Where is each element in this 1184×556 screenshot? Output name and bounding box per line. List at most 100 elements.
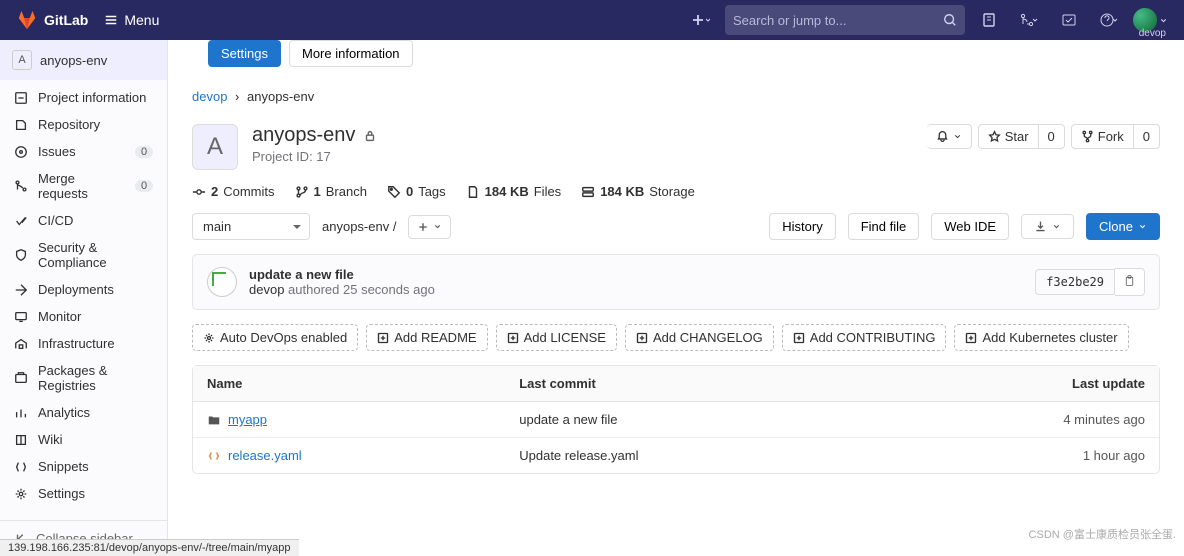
sidebar-item[interactable]: Packages & Registries: [0, 357, 167, 399]
fork-label: Fork: [1098, 129, 1124, 144]
chip-add-k8s[interactable]: Add Kubernetes cluster: [954, 324, 1128, 351]
notifications-dropdown[interactable]: [927, 124, 972, 149]
gitlab-logo[interactable]: GitLab: [16, 9, 88, 31]
copy-sha-button[interactable]: [1115, 268, 1145, 296]
stat-tags[interactable]: 0Tags: [387, 184, 446, 199]
download-button[interactable]: [1021, 214, 1074, 239]
chevron-down-icon: [1111, 12, 1119, 28]
crumb-group[interactable]: devop: [192, 89, 227, 104]
find-file-button[interactable]: Find file: [848, 213, 920, 240]
file-update: 4 minutes ago: [880, 402, 1159, 438]
file-name[interactable]: myapp: [207, 412, 491, 427]
sidebar-icon: [14, 179, 28, 193]
project-avatar: A: [192, 124, 238, 170]
mr-shortcut[interactable]: [1013, 4, 1045, 36]
sidebar-item[interactable]: Infrastructure: [0, 330, 167, 357]
chip-add-changelog[interactable]: Add CHANGELOG: [625, 324, 774, 351]
brand-text: GitLab: [44, 12, 88, 28]
plus-square-icon: [793, 332, 805, 344]
todos-shortcut[interactable]: [1053, 4, 1085, 36]
history-button[interactable]: History: [769, 213, 835, 240]
branch-select[interactable]: main: [192, 213, 310, 240]
sidebar-item[interactable]: Security & Compliance: [0, 234, 167, 276]
sidebar-label: Repository: [38, 117, 100, 132]
stat-files[interactable]: 184 KBFiles: [466, 184, 562, 199]
folder-icon: [207, 413, 221, 427]
sidebar-item[interactable]: Repository: [0, 111, 167, 138]
sidebar-item[interactable]: Deployments: [0, 276, 167, 303]
tab-more-info[interactable]: More information: [289, 40, 413, 67]
add-to-tree[interactable]: [408, 215, 451, 239]
chevron-down-icon: [953, 130, 962, 143]
sidebar-item[interactable]: Issues0: [0, 138, 167, 165]
help-dropdown[interactable]: [1093, 4, 1125, 36]
tab-settings[interactable]: Settings: [208, 40, 281, 67]
sidebar-item[interactable]: Wiki: [0, 426, 167, 453]
search-input[interactable]: [733, 13, 943, 28]
clone-button[interactable]: Clone: [1086, 213, 1160, 240]
fork-button[interactable]: Fork: [1071, 124, 1134, 149]
chip-auto-devops[interactable]: Auto DevOps enabled: [192, 324, 358, 351]
fork-count[interactable]: 0: [1134, 124, 1160, 149]
sidebar-icon: [14, 337, 28, 351]
chevron-down-icon: [433, 222, 442, 231]
stat-branches[interactable]: 1Branch: [295, 184, 367, 199]
sidebar-label: Monitor: [38, 309, 81, 324]
fork-icon: [1081, 130, 1094, 143]
web-ide-button[interactable]: Web IDE: [931, 213, 1009, 240]
sidebar-item[interactable]: Analytics: [0, 399, 167, 426]
sidebar-badge: 0: [135, 146, 153, 158]
sidebar-badge: 0: [135, 180, 153, 192]
sidebar-item[interactable]: Settings: [0, 480, 167, 507]
file-name[interactable]: release.yaml: [207, 448, 491, 463]
sidebar-label: Infrastructure: [38, 336, 115, 351]
commit-avatar: [207, 267, 237, 297]
file-commit[interactable]: update a new file: [505, 402, 880, 438]
sidebar-item[interactable]: Project information: [0, 84, 167, 111]
project-avatar-small: A: [12, 50, 32, 70]
sidebar-item[interactable]: Snippets: [0, 453, 167, 480]
commit-author[interactable]: devop: [249, 282, 284, 297]
issues-shortcut[interactable]: [973, 4, 1005, 36]
sidebar-icon: [14, 371, 28, 385]
sidebar-item[interactable]: CI/CD: [0, 207, 167, 234]
sidebar-label: Wiki: [38, 432, 63, 447]
path-root[interactable]: anyops-env: [322, 219, 389, 234]
table-row[interactable]: myapp update a new file4 minutes ago: [193, 402, 1159, 438]
tag-icon: [387, 185, 401, 199]
stat-commits[interactable]: 2Commits: [192, 184, 275, 199]
sidebar-item[interactable]: Monitor: [0, 303, 167, 330]
chip-add-readme[interactable]: Add README: [366, 324, 487, 351]
project-title: anyops-env: [252, 124, 355, 147]
sidebar-project-header[interactable]: A anyops-env: [0, 40, 167, 80]
project-name-small: anyops-env: [40, 53, 107, 68]
hamburger-menu[interactable]: Menu: [96, 12, 167, 28]
chip-add-license[interactable]: Add LICENSE: [496, 324, 617, 351]
stat-storage[interactable]: 184 KBStorage: [581, 184, 695, 199]
sidebar-item[interactable]: Merge requests0: [0, 165, 167, 207]
commit-sha[interactable]: f3e2be29: [1035, 269, 1115, 295]
file-commit[interactable]: Update release.yaml: [505, 438, 880, 473]
commit-time: 25 seconds ago: [343, 282, 435, 297]
star-button[interactable]: Star: [978, 124, 1039, 149]
new-dropdown[interactable]: [685, 4, 717, 36]
project-id: Project ID: 17: [252, 149, 377, 164]
chip-add-contributing[interactable]: Add CONTRIBUTING: [782, 324, 947, 351]
gear-icon: [203, 332, 215, 344]
suggested-actions: Auto DevOps enabled Add README Add LICEN…: [192, 324, 1160, 351]
sidebar-label: Deployments: [38, 282, 114, 297]
status-bar: 139.198.166.235:81/devop/anyops-env/-/tr…: [0, 539, 299, 556]
table-row[interactable]: release.yamlUpdate release.yaml1 hour ag…: [193, 438, 1159, 473]
star-count[interactable]: 0: [1039, 124, 1065, 149]
crumb-project[interactable]: anyops-env: [247, 89, 314, 104]
sidebar-icon: [14, 214, 28, 228]
watermark: CSDN @富士康质检员张全蛋.: [1029, 526, 1176, 542]
menu-label: Menu: [124, 12, 159, 28]
commit-message[interactable]: update a new file: [249, 267, 1023, 282]
search-box[interactable]: [725, 5, 965, 35]
lock-icon: [363, 129, 377, 143]
top-nav: GitLab Menu devop: [0, 0, 1184, 40]
sidebar-icon: [14, 91, 28, 105]
yaml-icon: [207, 449, 221, 463]
sidebar-label: Snippets: [38, 459, 89, 474]
